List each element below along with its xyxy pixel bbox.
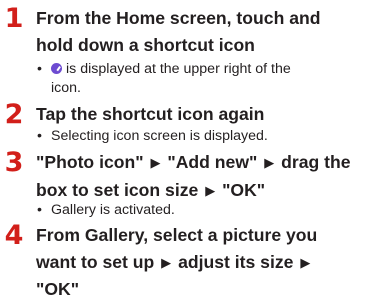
note-text: Selecting icon screen is displayed. [51, 128, 268, 144]
step-instruction: "Photo icon" ▶ "Add new" ▶ drag the box … [36, 149, 368, 204]
note-line: • is displayed at the upper right of the [37, 61, 291, 77]
step-line: "Photo icon" ▶ "Add new" ▶ drag the [36, 149, 368, 177]
step-number: 2 [4, 99, 24, 130]
step-number: 3 [4, 147, 24, 178]
arrow-right-icon: ▶ [161, 254, 172, 270]
note-text: is displayed at the upper right of the [66, 61, 291, 77]
note-text: Gallery is activated. [51, 202, 175, 218]
step-1-note: • is displayed at the upper right of the … [37, 60, 367, 97]
bullet: • [37, 128, 42, 144]
instruction-page: 1 From the Home screen, touch and hold d… [0, 0, 371, 300]
note-line: • Selecting icon screen is displayed. [37, 128, 268, 144]
step-instruction: From the Home screen, touch and hold dow… [36, 5, 368, 58]
step-number: 1 [4, 3, 24, 34]
step-part: box to set icon size [36, 179, 199, 200]
step-part: "OK" [222, 179, 266, 200]
note-line: icon. [51, 79, 81, 96]
step-part: adjust its size [178, 251, 294, 272]
arrow-right-icon: ▶ [264, 155, 275, 170]
step-part: "Photo icon" [36, 152, 144, 172]
step-number: 4 [4, 220, 24, 251]
bullet: • [37, 202, 42, 218]
note-line: • Gallery is activated. [37, 202, 175, 218]
step-line: want to set up ▶ adjust its size ▶ [36, 249, 368, 277]
step-part: want to set up [36, 251, 155, 272]
purple-badge-icon [51, 63, 62, 74]
step-part: "Add new" [167, 152, 258, 172]
step-line: From the Home screen, touch and [36, 8, 321, 28]
arrow-right-icon: ▶ [300, 254, 311, 270]
step-line: box to set icon size ▶ "OK" [36, 177, 368, 205]
step-instruction: Tap the shortcut icon again [36, 101, 368, 128]
step-part: drag the [281, 152, 351, 172]
step-3-note: • Gallery is activated. [37, 201, 367, 220]
step-line: "OK" [36, 279, 80, 299]
step-line: hold down a shortcut icon [36, 34, 255, 55]
step-line: From Gallery, select a picture you [36, 225, 318, 245]
step-instruction: From Gallery, select a picture you want … [36, 222, 368, 303]
arrow-right-icon: ▶ [150, 155, 161, 170]
step-line: Tap the shortcut icon again [36, 104, 265, 124]
step-2-note: • Selecting icon screen is displayed. [37, 127, 367, 146]
bullet: • [37, 61, 42, 77]
